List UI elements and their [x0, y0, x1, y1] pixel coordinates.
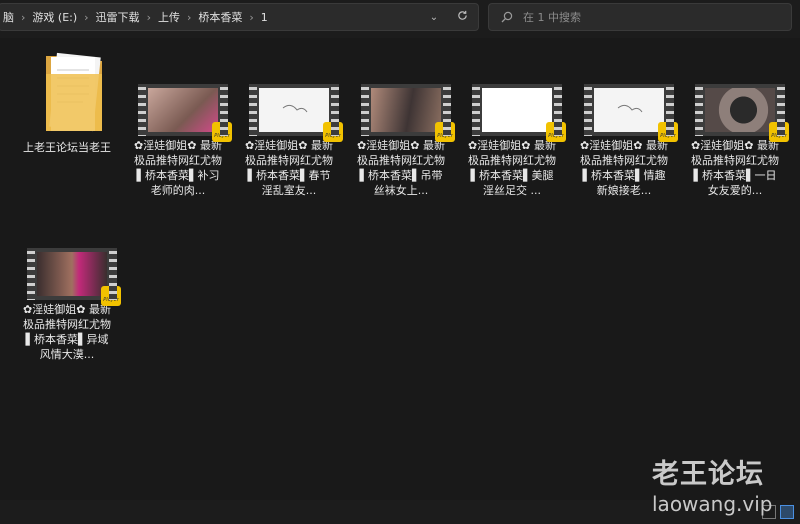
chevron-right-icon[interactable]: › [187, 11, 191, 24]
player-badge-icon: Player [546, 122, 566, 142]
video-file-item[interactable]: Player ✿淫娃御姐✿ 最新极品推特网红尤物▌桥本香菜▌异域风情大漠... [17, 240, 121, 362]
video-frame [594, 88, 664, 132]
folder-icon [46, 52, 102, 132]
search-box[interactable]: 在 1 中搜索 [488, 3, 792, 31]
watermark-url: laowang.vip [652, 492, 773, 516]
video-file-item[interactable]: Player ✿淫娃御姐✿ 最新极品推特网红尤物▌桥本香菜▌春节淫乱室友... [239, 76, 343, 198]
video-frame [371, 88, 441, 132]
video-frame [37, 252, 107, 296]
video-frame [482, 88, 552, 132]
film-strip: Player [584, 84, 678, 142]
search-icon [501, 11, 513, 23]
chevron-right-icon[interactable]: › [147, 11, 151, 24]
video-thumbnail: Player [685, 76, 789, 164]
breadcrumb-2[interactable]: 迅雷下载 [96, 9, 140, 25]
player-badge-icon: Player [101, 286, 121, 306]
player-badge-icon: Player [212, 122, 232, 142]
video-file-item[interactable]: Player ✿淫娃御姐✿ 最新极品推特网红尤物▌桥本香菜▌吊带丝袜女上... [351, 76, 455, 198]
refresh-icon[interactable] [453, 10, 471, 26]
video-file-item[interactable]: Player ✿淫娃御姐✿ 最新极品推特网红尤物▌桥本香菜▌情趣新娘接老... [574, 76, 678, 198]
player-badge-icon: Player [769, 122, 789, 142]
watermark-title: 老王论坛 [652, 459, 764, 490]
video-file-item[interactable]: Player ✿淫娃御姐✿ 最新极品推特网红尤物▌桥本香菜▌补习老师的肉... [128, 76, 232, 198]
chevron-down-icon[interactable]: ⌄ [425, 10, 443, 26]
breadcrumb-4[interactable]: 桥本香菜 [198, 9, 242, 25]
video-frame [148, 88, 218, 132]
film-strip: Player [472, 84, 566, 142]
player-badge-icon: Player [435, 122, 455, 142]
film-strip: Player [695, 84, 789, 142]
player-badge-icon: Player [658, 122, 678, 142]
video-thumbnail: Player [351, 76, 455, 164]
video-thumbnail: Player [574, 76, 678, 164]
chevron-right-icon[interactable]: › [249, 11, 253, 24]
address-bar[interactable]: 脑 › 游戏 (E:) › 迅雷下载 › 上传 › 桥本香菜 › 1 ⌄ [0, 3, 479, 31]
film-strip: Player [27, 248, 121, 306]
top-bar: 脑 › 游戏 (E:) › 迅雷下载 › 上传 › 桥本香菜 › 1 ⌄ 在 1… [0, 0, 800, 38]
chevron-right-icon[interactable]: › [21, 11, 25, 24]
player-badge-icon: Player [323, 122, 343, 142]
breadcrumb-1[interactable]: 游戏 (E:) [32, 9, 77, 25]
video-thumbnail: Player [128, 76, 232, 164]
folder-item[interactable]: 上老王论坛当老王 [17, 52, 117, 155]
video-frame [705, 88, 775, 132]
file-name: 上老王论坛当老王 [23, 141, 111, 154]
breadcrumb-3[interactable]: 上传 [158, 9, 180, 25]
video-file-item[interactable]: Player ✿淫娃御姐✿ 最新极品推特网红尤物▌桥本香菜▌美腿淫丝足交 ... [462, 76, 566, 198]
breadcrumb-5[interactable]: 1 [261, 11, 268, 24]
film-strip: Player [138, 84, 232, 142]
video-file-item[interactable]: Player ✿淫娃御姐✿ 最新极品推特网红尤物▌桥本香菜▌一日女友爱的... [685, 76, 789, 198]
breadcrumb-0[interactable]: 脑 [3, 9, 14, 25]
video-thumbnail: Player [17, 240, 121, 328]
search-placeholder: 在 1 中搜索 [523, 11, 581, 24]
chevron-right-icon[interactable]: › [84, 11, 88, 24]
video-thumbnail: Player [239, 76, 343, 164]
film-strip: Player [361, 84, 455, 142]
video-frame [259, 88, 329, 132]
folder-thumbnail [17, 52, 117, 140]
large-icons-view-icon[interactable] [780, 505, 794, 519]
film-strip: Player [249, 84, 343, 142]
video-thumbnail: Player [462, 76, 566, 164]
